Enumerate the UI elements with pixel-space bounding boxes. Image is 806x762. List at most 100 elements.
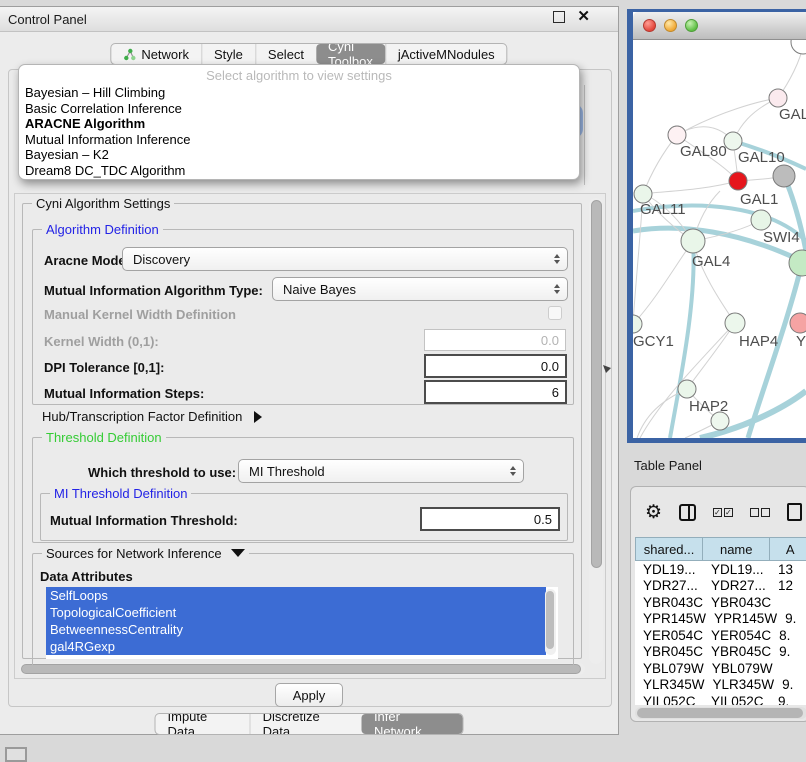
algorithm-option[interactable]: Dream8 DC_TDC Algorithm — [19, 163, 579, 179]
tab-label: Discretize Data — [263, 713, 350, 735]
table-row[interactable]: YBL079WYBL079W — [635, 660, 806, 677]
which-threshold-combo[interactable]: MI Threshold — [238, 459, 524, 483]
tab-style[interactable]: Style — [201, 44, 255, 64]
document-icon[interactable] — [787, 503, 802, 521]
attribute-item[interactable]: TopologicalCoefficient — [46, 604, 546, 621]
tab-discretize-data[interactable]: Discretize Data — [250, 714, 362, 734]
close-panel-icon[interactable]: ✕ — [577, 11, 590, 23]
tab-infer-network[interactable]: Infer Network — [362, 714, 463, 734]
dpi-tolerance-label: DPI Tolerance [0,1]: — [44, 360, 164, 375]
mi-steps-label: Mutual Information Steps: — [44, 386, 204, 401]
table-cell: YBL079W — [704, 660, 773, 677]
node-table[interactable]: shared...nameA YDL19...YDL19...13YDR27..… — [635, 537, 806, 705]
checked-pair-icon[interactable]: ✓✓ — [713, 508, 733, 517]
hub-section-toggle[interactable]: Hub/Transcription Factor Definition — [42, 409, 262, 424]
table-cell — [771, 594, 806, 611]
tab-select[interactable]: Select — [255, 44, 316, 64]
table-panel-title: Table Panel — [634, 458, 702, 473]
algorithm-option[interactable]: Bayesian – K2 — [19, 147, 579, 163]
node-label-y: Y — [796, 333, 806, 350]
tab-jactivemnodules[interactable]: jActiveMNodules — [385, 44, 507, 64]
manual-kernel-width-checkbox[interactable] — [548, 306, 562, 320]
node-hap4[interactable] — [725, 313, 745, 333]
node-gal4[interactable] — [681, 229, 705, 253]
table-cell: 8. — [771, 627, 806, 644]
node-top[interactable] — [791, 40, 806, 54]
table-header-1[interactable]: shared... — [635, 537, 703, 561]
unchecked-pair-icon[interactable] — [750, 508, 770, 517]
table-panel: ⚙ ✓✓ shared...nameA YDL19...YDL19...13YD… — [630, 486, 806, 722]
sources-title: Sources for Network Inference — [46, 546, 222, 561]
data-attributes-list[interactable]: SelfLoopsTopologicalCoefficientBetweenne… — [46, 587, 558, 659]
node-gal-pink[interactable] — [769, 89, 787, 107]
columns-icon[interactable] — [679, 504, 696, 521]
node-gal80[interactable] — [668, 126, 686, 144]
tab-label: Cyni Toolbox — [328, 43, 373, 65]
dock-panel-icon[interactable] — [5, 747, 27, 762]
table-cell: 9. — [770, 693, 806, 705]
table-row[interactable]: YER054CYER054C8. — [635, 627, 806, 644]
mouse-cursor — [603, 365, 612, 374]
aracne-mode-value: Discovery — [133, 252, 190, 267]
table-row[interactable]: YIL052CYIL052C9. — [635, 693, 806, 705]
node-pink[interactable] — [790, 313, 806, 333]
cyni-algorithm-settings-title: Cyni Algorithm Settings — [32, 196, 174, 211]
dpi-tolerance-field[interactable]: 0.0 — [424, 354, 567, 378]
table-cell: YBR045C — [635, 644, 703, 661]
node-gray[interactable] — [773, 165, 795, 187]
node-swi4[interactable] — [751, 210, 771, 230]
mi-algorithm-type-combo[interactable]: Naive Bayes — [272, 277, 568, 301]
table-row[interactable]: YBR043CYBR043C — [635, 594, 806, 611]
node-label-gal1: GAL1 — [740, 191, 778, 208]
float-panel-icon[interactable] — [553, 11, 565, 23]
gear-icon[interactable]: ⚙ — [645, 503, 662, 522]
table-row[interactable]: YBR045CYBR045C9. — [635, 644, 806, 661]
table-cell: YBR045C — [703, 644, 771, 661]
algorithm-option[interactable]: ARACNE Algorithm — [19, 116, 579, 132]
node-gcy1[interactable] — [633, 315, 642, 333]
close-window-icon[interactable] — [643, 19, 656, 32]
table-row[interactable]: YLR345WYLR345W9. — [635, 677, 806, 694]
table-row[interactable]: YDL19...YDL19...13 — [635, 561, 806, 578]
node-label-gal: GAL — [779, 106, 806, 123]
aracne-mode-combo[interactable]: Discovery — [122, 247, 568, 271]
attribute-item[interactable]: gal4RGexp — [46, 638, 546, 655]
mi-steps-field[interactable]: 6 — [424, 380, 567, 404]
kernel-width-field[interactable]: 0.0 — [424, 329, 566, 351]
sources-toggle[interactable]: Sources for Network Inference — [42, 546, 249, 561]
node-label-gal11: GAL11 — [640, 201, 686, 218]
algorithm-option[interactable]: Bayesian – Hill Climbing — [19, 85, 579, 101]
node-hap2[interactable] — [678, 380, 696, 398]
minimize-window-icon[interactable] — [664, 19, 677, 32]
table-row[interactable]: YPR145WYPR145W9. — [635, 611, 806, 628]
table-header-2[interactable]: name — [703, 537, 770, 561]
table-cell: YDL19... — [703, 561, 770, 578]
node-label-gal10: GAL10 — [738, 149, 785, 166]
algorithm-option[interactable]: Basic Correlation Inference — [19, 101, 579, 117]
tab-impute-data[interactable]: Impute Data — [156, 714, 250, 734]
apply-button[interactable]: Apply — [275, 683, 343, 707]
algorithm-option[interactable]: Mutual Information Inference — [19, 132, 579, 148]
tab-network[interactable]: Network — [111, 44, 201, 64]
algorithm-dropdown-placeholder: Select algorithm to view settings — [19, 67, 579, 85]
mi-threshold-label: Mutual Information Threshold: — [50, 513, 238, 528]
attribute-item[interactable]: BetweennessCentrality — [46, 621, 546, 638]
table-horizontal-scrollbar[interactable] — [635, 707, 806, 719]
settings-vertical-scrollbar[interactable] — [589, 198, 603, 664]
attribute-item[interactable]: SelfLoops — [46, 587, 546, 604]
network-canvas[interactable]: GALGAL80GAL10GAL1GAL11SWI4GAL4GCY1HAP4YH… — [633, 40, 806, 438]
table-cell: YER054C — [635, 627, 703, 644]
tab-cyni-toolbox[interactable]: Cyni Toolbox — [316, 44, 385, 64]
node-label-gal80: GAL80 — [680, 143, 727, 160]
attributes-scrollbar[interactable] — [545, 589, 556, 655]
node-label-swi4: SWI4 — [763, 229, 800, 246]
table-header-3[interactable]: A — [770, 537, 806, 561]
table-row[interactable]: YDR27...YDR27...12 — [635, 578, 806, 595]
network-window-titlebar[interactable] — [633, 12, 806, 40]
which-threshold-value: MI Threshold — [249, 464, 325, 479]
algorithm-dropdown-popup: Select algorithm to view settings Bayesi… — [18, 64, 580, 180]
zoom-window-icon[interactable] — [685, 19, 698, 32]
tab-label: Infer Network — [374, 713, 451, 735]
mi-threshold-field[interactable]: 0.5 — [420, 507, 560, 531]
node-red[interactable] — [729, 172, 747, 190]
